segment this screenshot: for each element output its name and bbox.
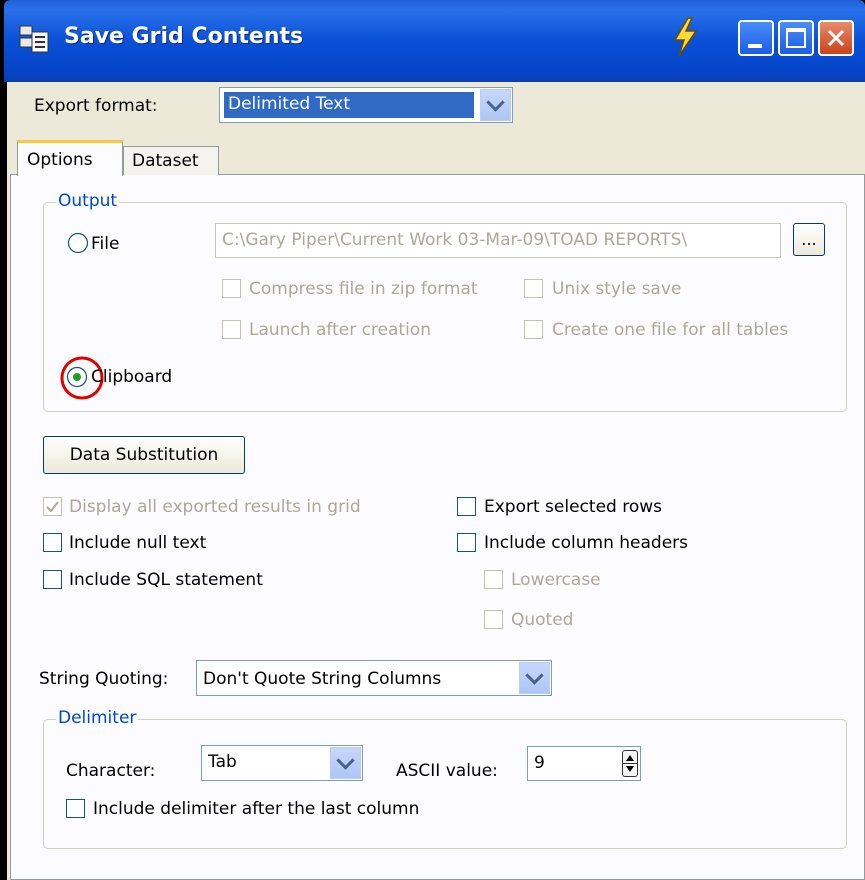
include-delimiter-checkbox[interactable] — [66, 799, 85, 818]
character-select[interactable]: Tab — [201, 745, 363, 781]
spinner-buttons[interactable] — [622, 750, 638, 777]
character-dropdown-button[interactable] — [330, 747, 361, 779]
export-format-select[interactable]: Delimited Text — [219, 87, 513, 123]
include-headers-label: Include column headers — [484, 533, 689, 553]
export-selected-checkbox[interactable] — [457, 497, 476, 516]
browse-button[interactable]: ... — [793, 223, 825, 256]
export-selected-label: Export selected rows — [484, 497, 662, 517]
file-radio-label: File — [91, 234, 120, 254]
export-format-value: Delimited Text — [228, 94, 350, 114]
include-null-checkbox[interactable] — [43, 533, 62, 552]
include-sql-label: Include SQL statement — [69, 570, 263, 590]
compress-label: Compress file in zip format — [249, 279, 478, 299]
tab-options[interactable]: Options — [17, 140, 123, 176]
dialog-client: Export format: Delimited Text Options Da… — [7, 82, 865, 880]
one-file-checkbox[interactable] — [524, 320, 543, 339]
ascii-value-spinner[interactable]: 9 — [527, 746, 641, 781]
string-quoting-dropdown-button[interactable] — [519, 662, 550, 694]
tab-dataset-label: Dataset — [132, 151, 199, 171]
character-value: Tab — [208, 752, 237, 772]
file-path-value: C:\Gary Piper\Current Work 03-Mar-09\TOA… — [222, 230, 688, 250]
delimiter-group — [43, 719, 847, 849]
dialog-window: Save Grid Contents Export format: Delimi… — [0, 0, 865, 880]
include-delimiter-label: Include delimiter after the last column — [93, 799, 420, 819]
maximize-icon — [786, 28, 806, 48]
ascii-value-label: ASCII value: — [396, 761, 498, 781]
string-quoting-select[interactable]: Don't Quote String Columns — [196, 660, 552, 696]
export-format-dropdown-button[interactable] — [480, 89, 511, 121]
ascii-value: 9 — [534, 753, 545, 773]
include-sql-checkbox[interactable] — [43, 570, 62, 589]
include-headers-checkbox[interactable] — [457, 533, 476, 552]
maximize-button[interactable] — [778, 20, 814, 56]
display-all-checkbox[interactable] — [43, 497, 62, 516]
minimize-icon — [748, 44, 762, 48]
lightning-icon[interactable] — [670, 16, 700, 58]
close-button[interactable] — [818, 20, 854, 56]
quoted-checkbox[interactable] — [484, 610, 503, 629]
output-group-title: Output — [56, 191, 120, 211]
export-format-label: Export format: — [34, 96, 158, 116]
string-quoting-value: Don't Quote String Columns — [203, 669, 442, 689]
title-bar[interactable]: Save Grid Contents — [4, 0, 865, 82]
unix-style-checkbox[interactable] — [524, 279, 543, 298]
quoted-label: Quoted — [511, 610, 574, 630]
one-file-label: Create one file for all tables — [552, 320, 789, 340]
unix-style-label: Unix style save — [552, 279, 682, 299]
tab-dataset[interactable]: Dataset — [123, 146, 219, 175]
lowercase-checkbox[interactable] — [484, 570, 503, 589]
launch-label: Launch after creation — [249, 320, 431, 340]
lowercase-label: Lowercase — [511, 570, 601, 590]
chevron-down-icon — [525, 665, 544, 685]
tab-options-label: Options — [27, 150, 93, 170]
check-icon — [46, 501, 59, 513]
data-substitution-button[interactable]: Data Substitution — [43, 436, 245, 474]
character-label: Character: — [66, 761, 156, 781]
include-null-label: Include null text — [69, 533, 207, 553]
file-radio[interactable] — [67, 232, 89, 254]
string-quoting-label: String Quoting: — [39, 669, 169, 689]
close-icon — [827, 29, 845, 47]
clipboard-radio-label: Clipboard — [91, 367, 173, 387]
delimiter-group-title: Delimiter — [56, 708, 139, 728]
chevron-down-icon — [486, 92, 505, 112]
app-icon — [19, 25, 49, 53]
window-title: Save Grid Contents — [64, 24, 304, 49]
spinner-arrows-icon — [623, 755, 637, 772]
minimize-button[interactable] — [738, 20, 774, 56]
file-path-input[interactable]: C:\Gary Piper\Current Work 03-Mar-09\TOA… — [215, 223, 781, 258]
chevron-down-icon — [336, 750, 355, 770]
compress-checkbox[interactable] — [222, 279, 241, 298]
launch-checkbox[interactable] — [222, 320, 241, 339]
display-all-label: Display all exported results in grid — [69, 497, 361, 517]
